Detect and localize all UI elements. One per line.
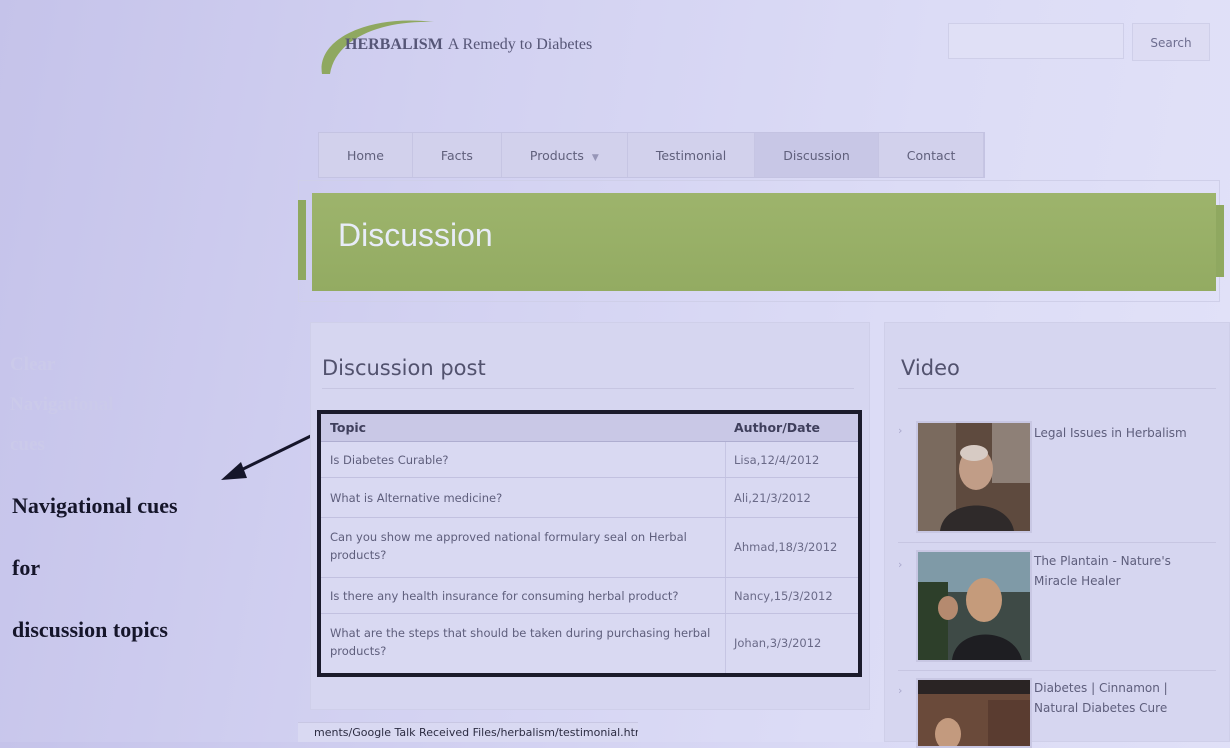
faint-annotation-line: Clear	[10, 354, 56, 375]
faint-annotation-line: cues	[10, 434, 45, 455]
author-date: Ali,21/3/2012	[734, 491, 811, 505]
table-row[interactable]: What are the steps that should be taken …	[321, 614, 858, 673]
video-title[interactable]: Diabetes | Cinnamon | Natural Diabetes C…	[1034, 678, 1204, 718]
video-thumbnail[interactable]	[916, 678, 1032, 748]
author-date: Ahmad,18/3/2012	[734, 540, 838, 554]
nav-item-testimonial[interactable]: Testimonial	[628, 133, 756, 177]
nav-label: Home	[347, 148, 384, 163]
person-thumbnail-icon	[918, 680, 1030, 746]
cue-line: Navigational cues	[12, 493, 178, 518]
discussion-table: Topic Author/Date Is Diabetes Curable? L…	[317, 410, 862, 677]
topic-link[interactable]: What are the steps that should be taken …	[330, 624, 725, 660]
nav-item-contact[interactable]: Contact	[879, 133, 985, 177]
navigational-cue-annotation: Navigational cues for discussion topics	[12, 488, 272, 674]
person-thumbnail-icon	[918, 423, 1030, 531]
author-date: Johan,3/3/2012	[734, 636, 822, 650]
table-row[interactable]: What is Alternative medicine? Ali,21/3/2…	[321, 478, 858, 518]
banner-edge	[298, 200, 306, 280]
search-input[interactable]	[948, 23, 1124, 59]
video-thumbnail[interactable]	[916, 550, 1032, 662]
topic-link[interactable]: Is there any health insurance for consum…	[330, 587, 725, 605]
video-title[interactable]: The Plantain - Nature's Miracle Healer	[1034, 551, 1204, 591]
banner-edge	[1216, 205, 1224, 277]
chevron-right-icon: ›	[898, 558, 903, 571]
chevron-right-icon: ›	[898, 424, 903, 437]
nav-label: Facts	[440, 148, 473, 163]
author-date: Lisa,12/4/2012	[734, 453, 820, 467]
nav-label: Contact	[906, 148, 956, 163]
nav-label: Products	[529, 148, 584, 163]
table-row[interactable]: Can you show me approved national formul…	[321, 518, 858, 578]
table-header-row: Topic Author/Date	[321, 414, 858, 442]
cell-divider	[725, 518, 726, 577]
nav-item-discussion[interactable]: Discussion	[755, 133, 879, 177]
person-thumbnail-icon	[918, 552, 1030, 660]
status-bar-url: ments/Google Talk Received Files/herbali…	[298, 722, 638, 742]
page-title: Discussion	[338, 217, 493, 253]
brand-tagline: A Remedy to Diabetes	[447, 36, 593, 53]
faint-annotation: Clear Navigational cues	[10, 345, 190, 465]
video-thumbnail[interactable]	[916, 421, 1032, 533]
topic-link[interactable]: Can you show me approved national formul…	[330, 528, 725, 564]
divider	[898, 388, 1216, 389]
table-row[interactable]: Is Diabetes Curable? Lisa,12/4/2012	[321, 442, 858, 478]
discussion-heading: Discussion post	[322, 356, 486, 380]
video-item[interactable]: › The Plantain - Nature's Miracle Healer	[898, 548, 1216, 671]
cell-divider	[725, 578, 726, 613]
cue-line: discussion topics	[12, 617, 168, 642]
cell-divider	[725, 442, 726, 477]
site-logo[interactable]: HERBALISM A Remedy to Diabetes	[345, 36, 592, 54]
video-item[interactable]: › Diabetes | Cinnamon | Natural Diabetes…	[898, 676, 1216, 748]
brand-name: HERBALISM	[345, 36, 443, 53]
topic-link[interactable]: Is Diabetes Curable?	[330, 451, 725, 469]
website: HERBALISM A Remedy to Diabetes Search Hom…	[298, 0, 1230, 748]
video-item[interactable]: › Legal Issues in Herbalism	[898, 418, 1216, 543]
main-nav: Home Facts Products ▼ Testimonial Discuss…	[318, 132, 986, 178]
nav-item-home[interactable]: Home	[319, 133, 413, 177]
video-heading: Video	[901, 356, 960, 380]
nav-label: Discussion	[783, 148, 850, 163]
nav-label: Testimonial	[655, 148, 727, 163]
faint-annotation-line: Navigational	[10, 394, 114, 415]
cue-line: for	[12, 555, 41, 580]
cell-divider	[725, 478, 726, 517]
divider	[322, 388, 854, 389]
cell-divider	[725, 614, 726, 673]
video-title[interactable]: Legal Issues in Herbalism	[1034, 423, 1204, 443]
topic-link[interactable]: What is Alternative medicine?	[330, 489, 725, 507]
nav-item-products[interactable]: Products ▼	[502, 133, 628, 177]
topic-column-header: Topic	[330, 420, 367, 435]
divider	[898, 542, 1216, 543]
author-date: Nancy,15/3/2012	[734, 589, 833, 603]
table-row[interactable]: Is there any health insurance for consum…	[321, 578, 858, 614]
divider	[898, 670, 1216, 671]
search-button[interactable]: Search	[1132, 23, 1210, 61]
nav-item-facts[interactable]: Facts	[413, 133, 502, 177]
chevron-right-icon: ›	[898, 684, 903, 697]
author-column-header: Author/Date	[734, 420, 821, 435]
dropdown-caret-icon: ▼	[591, 153, 599, 163]
